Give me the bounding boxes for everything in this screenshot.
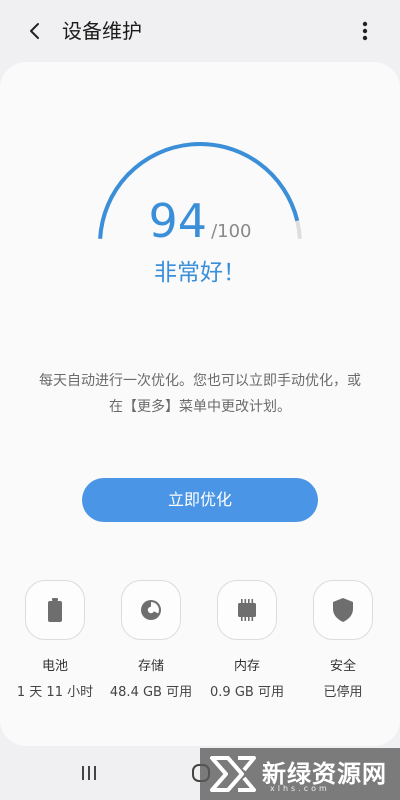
item-battery[interactable]: 电池 1 天 11 小时 <box>7 580 103 702</box>
item-security[interactable]: 安全 已停用 <box>295 580 391 702</box>
storage-icon <box>141 600 161 620</box>
item-value: 0.9 GB 可用 <box>210 685 284 700</box>
storage-button[interactable] <box>121 580 181 640</box>
status-items: 电池 1 天 11 小时 存储 48.4 GB 可用 内存 0.9 GB 可用 … <box>0 580 400 710</box>
status-text: 非常好！ <box>154 260 246 286</box>
item-label: 存储 <box>137 659 164 674</box>
item-label: 安全 <box>329 659 356 674</box>
device-maintenance-screen: 设备维护 94/100 非常好！ 每天自动进行一次优化。您也可以立即手动优化，或… <box>0 0 400 800</box>
item-value: 1 天 11 小时 <box>16 685 94 700</box>
more-vertical-icon <box>362 21 368 41</box>
item-storage[interactable]: 存储 48.4 GB 可用 <box>103 580 199 702</box>
item-label: 电池 <box>41 659 68 674</box>
security-button[interactable] <box>313 580 373 640</box>
item-memory[interactable]: 内存 0.9 GB 可用 <box>199 580 295 702</box>
recent-apps-button[interactable] <box>76 760 102 786</box>
battery-button[interactable] <box>25 580 85 640</box>
page-title: 设备维护 <box>62 19 142 43</box>
more-options-button[interactable] <box>348 14 382 48</box>
back-button[interactable] <box>18 14 52 48</box>
maintenance-card: 94/100 非常好！ 每天自动进行一次优化。您也可以立即手动优化，或在【更多】… <box>0 62 400 746</box>
recent-apps-icon <box>82 766 96 780</box>
app-header: 设备维护 <box>0 0 400 62</box>
item-value: 48.4 GB 可用 <box>109 685 193 700</box>
score-display: 94/100 <box>0 196 400 246</box>
shield-icon <box>333 598 353 622</box>
score-max: /100 <box>211 221 252 242</box>
watermark-subtext: xlhs.com <box>270 784 330 793</box>
battery-icon <box>48 598 62 622</box>
watermark: 新绿资源网 xlhs.com <box>200 748 400 800</box>
back-arrow-icon <box>30 23 39 39</box>
optimize-now-button[interactable]: 立即优化 <box>82 478 318 522</box>
description-text: 每天自动进行一次优化。您也可以立即手动优化，或在【更多】菜单中更改计划。 <box>39 373 361 415</box>
memory-button[interactable] <box>217 580 277 640</box>
watermark-logo-icon <box>210 756 256 792</box>
score-value: 94 <box>148 194 208 248</box>
memory-icon <box>238 599 256 621</box>
item-value: 已停用 <box>323 685 363 700</box>
item-label: 内存 <box>233 659 260 674</box>
